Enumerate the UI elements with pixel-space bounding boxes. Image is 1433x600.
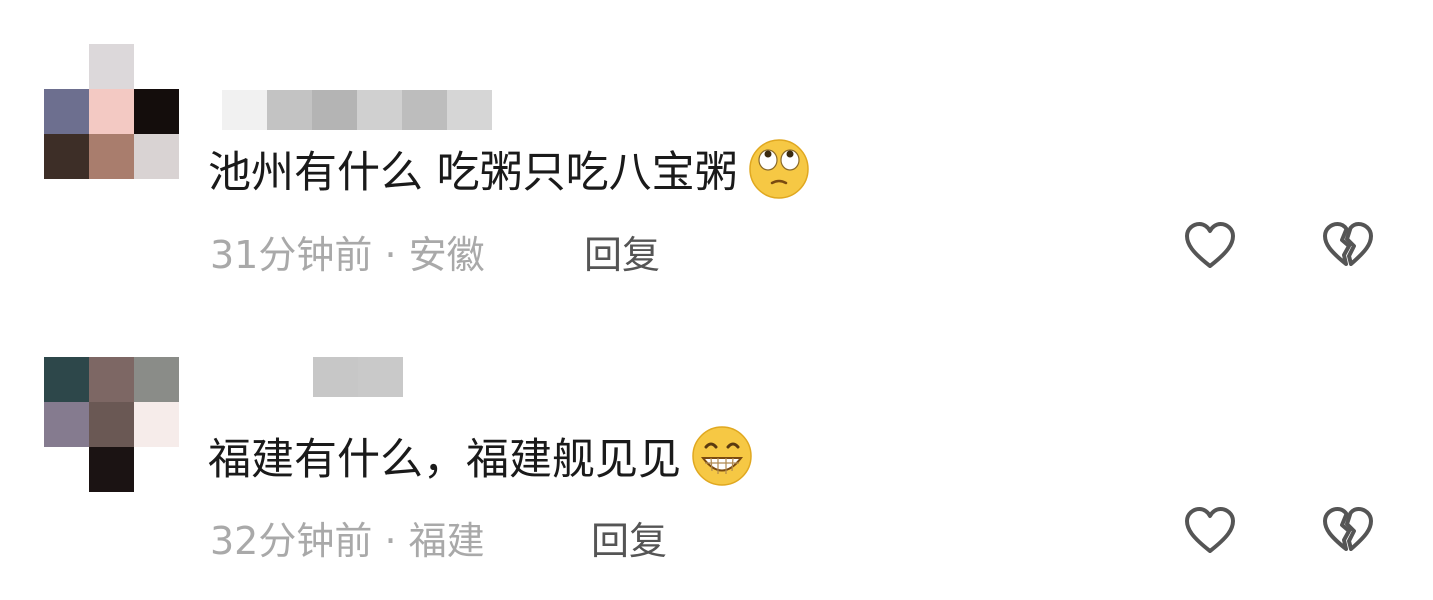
username[interactable] (222, 90, 492, 130)
comment-time: 31分钟前 (210, 233, 373, 277)
heart-outline-icon[interactable] (1182, 218, 1238, 274)
broken-heart-icon[interactable] (1320, 503, 1376, 559)
comment-meta: 31分钟前 · 安徽 (210, 224, 485, 279)
comment-location: 福建 (408, 519, 485, 563)
comment-meta: 32分钟前 · 福建 (210, 510, 485, 565)
meta-separator: · (384, 233, 397, 277)
comment-text: 池州有什么 吃粥只吃八宝粥 (208, 138, 810, 200)
meta-separator: · (384, 519, 397, 563)
grin-emoji (692, 426, 752, 486)
broken-heart-icon[interactable] (1320, 218, 1376, 274)
comment-time: 32分钟前 (210, 519, 373, 563)
comment-location: 安徽 (408, 233, 485, 277)
comment-text: 福建有什么，福建舰见见 (208, 425, 753, 487)
comment-text-content: 池州有什么 吃粥只吃八宝粥 (208, 148, 738, 198)
reply-button[interactable]: 回复 (584, 224, 660, 279)
reply-button[interactable]: 回复 (591, 510, 667, 565)
comment-text-content: 福建有什么，福建舰见见 (208, 435, 681, 485)
avatar[interactable] (44, 44, 179, 179)
username[interactable] (313, 357, 403, 397)
eye-roll-emoji (748, 139, 809, 199)
avatar[interactable] (44, 357, 179, 492)
heart-outline-icon[interactable] (1182, 503, 1238, 559)
